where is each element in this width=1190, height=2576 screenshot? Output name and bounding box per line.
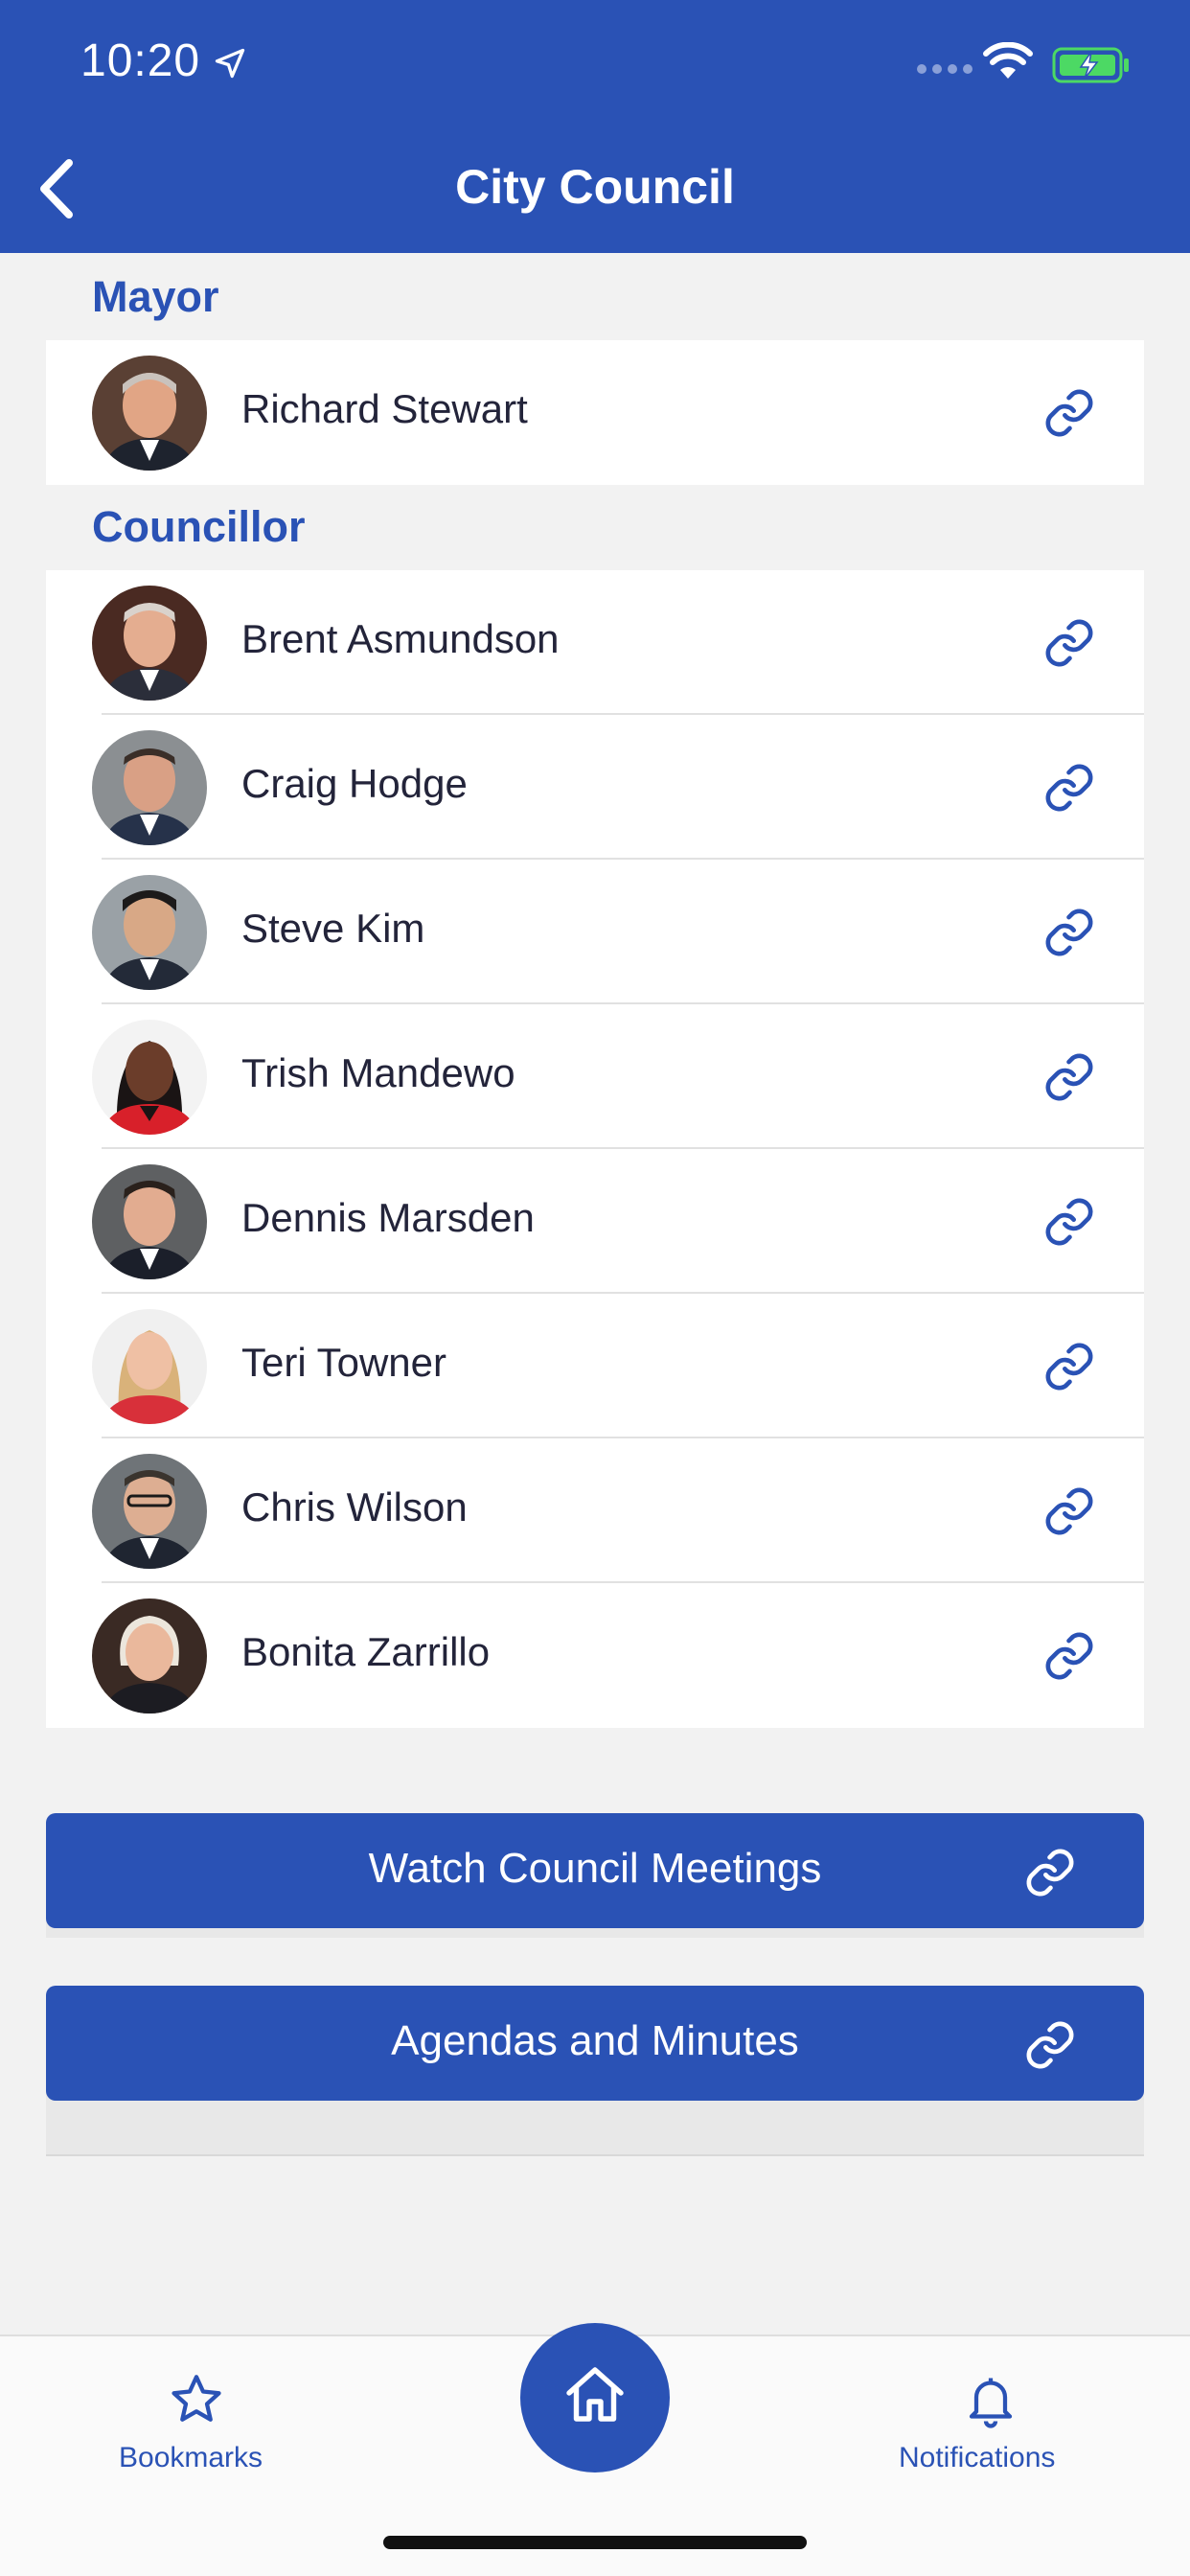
person-name: Richard Stewart xyxy=(241,386,528,431)
avatar xyxy=(92,586,207,701)
list-item[interactable]: Brent Asmundson xyxy=(46,570,1144,715)
list-item[interactable]: Teri Towner xyxy=(46,1294,1144,1438)
person-name: Craig Hodge xyxy=(241,761,468,806)
watch-council-meetings-button[interactable]: Watch Council Meetings xyxy=(46,1813,1144,1928)
home-indicator xyxy=(383,2536,807,2549)
link-icon[interactable] xyxy=(1042,1340,1096,1393)
tab-label: Bookmarks xyxy=(119,2442,263,2473)
avatar xyxy=(92,1020,207,1135)
link-icon[interactable] xyxy=(1042,1629,1096,1683)
councillor-list: Brent Asmundson Craig Hodge Steve Kim Tr… xyxy=(46,570,1144,1728)
avatar xyxy=(92,356,207,471)
avatar xyxy=(92,1454,207,1569)
tab-bookmarks[interactable]: Bookmarks xyxy=(96,2336,297,2490)
bell-icon xyxy=(969,2378,1013,2428)
link-icon[interactable] xyxy=(1042,386,1096,440)
app-header: 10:20 City Council xyxy=(0,0,1190,253)
list-item[interactable]: Bonita Zarrillo xyxy=(46,1583,1144,1728)
list-item[interactable]: Trish Mandewo xyxy=(46,1004,1144,1149)
list-item[interactable]: Chris Wilson xyxy=(46,1438,1144,1583)
person-name: Trish Mandewo xyxy=(241,1050,515,1095)
person-name: Brent Asmundson xyxy=(241,616,560,661)
person-name: Steve Kim xyxy=(241,906,425,951)
tab-notifications[interactable]: Notifications xyxy=(881,2336,1111,2490)
avatar xyxy=(92,875,207,990)
home-icon xyxy=(566,2367,624,2422)
star-icon xyxy=(172,2375,221,2422)
button-label: Watch Council Meetings xyxy=(368,1845,822,1892)
mayor-list: Richard Stewart xyxy=(46,340,1144,485)
tab-label: Notifications xyxy=(899,2442,1056,2473)
link-icon[interactable] xyxy=(1042,616,1096,670)
section-label-councillor: Councillor xyxy=(92,502,306,551)
avatar xyxy=(92,1598,207,1714)
page-title: City Council xyxy=(455,160,735,214)
link-icon[interactable] xyxy=(1042,761,1096,815)
avatar xyxy=(92,1309,207,1424)
person-name: Chris Wilson xyxy=(241,1484,468,1530)
link-icon[interactable] xyxy=(1042,1484,1096,1538)
list-item[interactable]: Craig Hodge xyxy=(46,715,1144,860)
cellular-signal-icon xyxy=(917,64,973,74)
person-name: Bonita Zarrillo xyxy=(241,1629,491,1674)
link-icon[interactable] xyxy=(1042,1050,1096,1104)
status-time: 10:20 xyxy=(80,35,201,86)
person-name: Dennis Marsden xyxy=(241,1195,535,1240)
avatar xyxy=(92,1164,207,1279)
link-icon[interactable] xyxy=(1042,906,1096,959)
location-arrow-icon xyxy=(215,48,245,79)
wifi-icon xyxy=(983,42,1033,79)
section-label-mayor: Mayor xyxy=(92,272,219,321)
list-item[interactable]: Richard Stewart xyxy=(46,340,1144,485)
list-item[interactable]: Steve Kim xyxy=(46,860,1144,1004)
home-button[interactable] xyxy=(520,2323,670,2472)
link-icon xyxy=(1026,1849,1074,1897)
agendas-and-minutes-button[interactable]: Agendas and Minutes xyxy=(46,1986,1144,2101)
avatar xyxy=(92,730,207,845)
list-item[interactable]: Dennis Marsden xyxy=(46,1149,1144,1294)
battery-icon xyxy=(1052,47,1129,83)
button-label: Agendas and Minutes xyxy=(391,2017,799,2064)
person-name: Teri Towner xyxy=(241,1340,446,1385)
link-icon[interactable] xyxy=(1042,1195,1096,1249)
link-icon xyxy=(1026,2021,1074,2069)
